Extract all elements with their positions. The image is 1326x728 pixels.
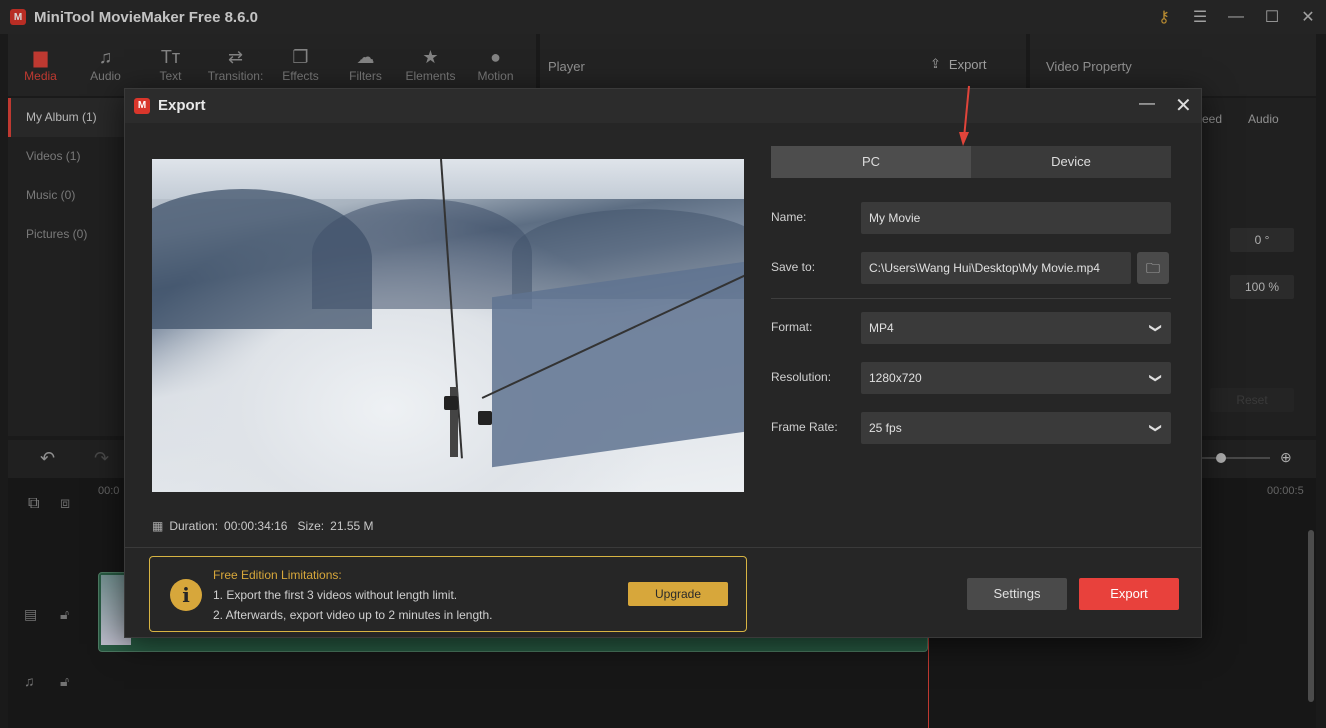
name-row: Name: My Movie	[771, 202, 1171, 234]
upgrade-button[interactable]: Upgrade	[628, 582, 728, 606]
export-dialog: M Export — ✕ ▦ Duration: 00:00:34:16 Siz…	[124, 88, 1202, 638]
format-label: Format:	[771, 320, 813, 334]
export-target-tabs: PC Device	[771, 146, 1171, 178]
video-preview	[152, 159, 744, 492]
framerate-row: Frame Rate: 25 fps ❯	[771, 412, 1171, 444]
framerate-select[interactable]: 25 fps ❯	[861, 412, 1171, 444]
free-edition-notice: i Free Edition Limitations: 1. Export th…	[149, 556, 747, 632]
settings-button[interactable]: Settings	[967, 578, 1067, 610]
format-value: MP4	[869, 321, 894, 335]
film-icon: ▦	[152, 519, 164, 533]
duration-label: Duration:	[169, 519, 219, 533]
name-label: Name:	[771, 210, 807, 224]
preview-gondola	[478, 411, 492, 425]
saveto-row: Save to: C:\Users\Wang Hui\Desktop\My Mo…	[771, 252, 1171, 284]
resolution-label: Resolution:	[771, 370, 832, 384]
resolution-value: 1280x720	[869, 371, 922, 385]
info-icon: i	[170, 579, 202, 611]
export-button[interactable]: Export	[1079, 578, 1179, 610]
size-value: 21.55 M	[330, 519, 374, 533]
size-label: Size:	[297, 519, 325, 533]
resolution-row: Resolution: 1280x720 ❯	[771, 362, 1171, 394]
dialog-header: M Export — ✕	[125, 89, 1201, 123]
format-select[interactable]: MP4 ❯	[861, 312, 1171, 344]
chevron-down-icon: ❯	[1148, 322, 1163, 334]
name-input[interactable]: My Movie	[861, 202, 1171, 234]
framerate-label: Frame Rate:	[771, 420, 838, 434]
app-logo-icon: M	[134, 98, 150, 114]
duration-value: 00:00:34:16	[224, 519, 288, 533]
folder-icon: 🗀	[1146, 260, 1160, 276]
saveto-input[interactable]: C:\Users\Wang Hui\Desktop\My Movie.mp4	[861, 252, 1131, 284]
resolution-select[interactable]: 1280x720 ❯	[861, 362, 1171, 394]
footer-divider	[125, 547, 1201, 548]
video-meta: ▦ Duration: 00:00:34:16 Size: 21.55 M	[152, 519, 374, 533]
minimize-icon[interactable]: —	[1139, 95, 1155, 113]
format-row: Format: MP4 ❯	[771, 312, 1171, 344]
browse-folder-button[interactable]: 🗀	[1137, 252, 1169, 284]
app-window: M MiniTool MovieMaker Free 8.6.0 ⚷ ☰ — ☐…	[0, 0, 1326, 728]
limits-title: Free Edition Limitations:	[213, 568, 342, 582]
dialog-title: Export	[158, 97, 206, 114]
close-icon[interactable]: ✕	[1175, 93, 1192, 118]
limits-line-2: 2. Afterwards, export video up to 2 minu…	[213, 608, 493, 622]
preview-gondola	[444, 396, 458, 410]
form-divider	[771, 298, 1171, 299]
chevron-down-icon: ❯	[1148, 372, 1163, 384]
framerate-value: 25 fps	[869, 421, 902, 435]
saveto-label: Save to:	[771, 260, 816, 274]
tab-pc[interactable]: PC	[771, 146, 971, 178]
annotation-arrow	[959, 85, 970, 146]
tab-device[interactable]: Device	[971, 146, 1171, 178]
preview-mountain	[312, 199, 532, 309]
chevron-down-icon: ❯	[1148, 422, 1163, 434]
limits-line-1: 1. Export the first 3 videos without len…	[213, 588, 458, 602]
